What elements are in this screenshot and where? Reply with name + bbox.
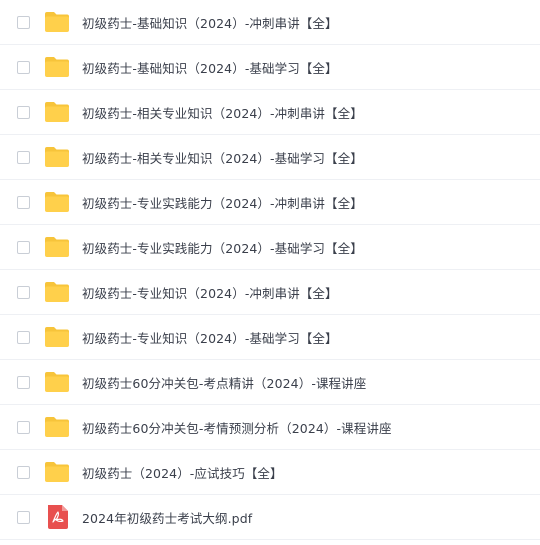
- select-checkbox[interactable]: [17, 330, 30, 344]
- file-row[interactable]: 2024年初级药士考试大纲.pdf: [0, 495, 540, 540]
- file-row[interactable]: 初级药士60分冲关包-考情预测分析（2024）-课程讲座: [0, 405, 540, 450]
- file-name[interactable]: 初级药士-相关专业知识（2024）-冲刺串讲【全】: [82, 103, 363, 122]
- file-row[interactable]: 初级药士-相关专业知识（2024）-冲刺串讲【全】: [0, 90, 540, 135]
- file-row[interactable]: 初级药士-专业实践能力（2024）-冲刺串讲【全】: [0, 180, 540, 225]
- folder-icon: [44, 326, 70, 348]
- folder-icon: [44, 56, 70, 78]
- file-row[interactable]: 初级药士-专业知识（2024）-基础学习【全】: [0, 315, 540, 360]
- select-checkbox[interactable]: [17, 510, 30, 524]
- file-name[interactable]: 初级药士-专业实践能力（2024）-冲刺串讲【全】: [82, 193, 363, 212]
- file-name[interactable]: 初级药士-专业实践能力（2024）-基础学习【全】: [82, 238, 363, 257]
- file-row[interactable]: 初级药士（2024）-应试技巧【全】: [0, 450, 540, 495]
- select-checkbox[interactable]: [17, 105, 30, 119]
- file-name[interactable]: 2024年初级药士考试大纲.pdf: [82, 508, 252, 527]
- file-row[interactable]: 初级药士-专业实践能力（2024）-基础学习【全】: [0, 225, 540, 270]
- select-checkbox[interactable]: [17, 150, 30, 164]
- select-checkbox[interactable]: [17, 285, 30, 299]
- file-name[interactable]: 初级药士-基础知识（2024）-冲刺串讲【全】: [82, 13, 338, 32]
- pdf-icon: [45, 505, 71, 529]
- folder-icon: [44, 101, 70, 123]
- file-row[interactable]: 初级药士60分冲关包-考点精讲（2024）-课程讲座: [0, 360, 540, 405]
- folder-icon: [44, 236, 70, 258]
- file-row[interactable]: 初级药士-基础知识（2024）-基础学习【全】: [0, 45, 540, 90]
- file-name[interactable]: 初级药士-相关专业知识（2024）-基础学习【全】: [82, 148, 363, 167]
- file-list: 初级药士-基础知识（2024）-冲刺串讲【全】 初级药士-基础知识（2024）-基…: [0, 0, 540, 545]
- select-checkbox[interactable]: [17, 375, 30, 389]
- select-checkbox[interactable]: [17, 465, 30, 479]
- folder-icon: [44, 371, 70, 393]
- folder-icon: [44, 281, 70, 303]
- select-checkbox[interactable]: [17, 60, 30, 74]
- select-checkbox[interactable]: [17, 195, 30, 209]
- select-checkbox[interactable]: [17, 15, 30, 29]
- file-name[interactable]: 初级药士60分冲关包-考情预测分析（2024）-课程讲座: [82, 418, 392, 437]
- folder-icon: [44, 146, 70, 168]
- select-checkbox[interactable]: [17, 240, 30, 254]
- folder-icon: [44, 461, 70, 483]
- file-row[interactable]: 初级药士-相关专业知识（2024）-基础学习【全】: [0, 135, 540, 180]
- file-name[interactable]: 初级药士（2024）-应试技巧【全】: [82, 463, 283, 482]
- select-checkbox[interactable]: [17, 420, 30, 434]
- folder-icon: [44, 11, 70, 33]
- file-name[interactable]: 初级药士60分冲关包-考点精讲（2024）-课程讲座: [82, 373, 366, 392]
- file-name[interactable]: 初级药士-专业知识（2024）-冲刺串讲【全】: [82, 283, 338, 302]
- file-name[interactable]: 初级药士-专业知识（2024）-基础学习【全】: [82, 328, 338, 347]
- file-row[interactable]: 初级药士-专业知识（2024）-冲刺串讲【全】: [0, 270, 540, 315]
- file-row[interactable]: 初级药士-基础知识（2024）-冲刺串讲【全】: [0, 0, 540, 45]
- file-name[interactable]: 初级药士-基础知识（2024）-基础学习【全】: [82, 58, 338, 77]
- folder-icon: [44, 191, 70, 213]
- folder-icon: [44, 416, 70, 438]
